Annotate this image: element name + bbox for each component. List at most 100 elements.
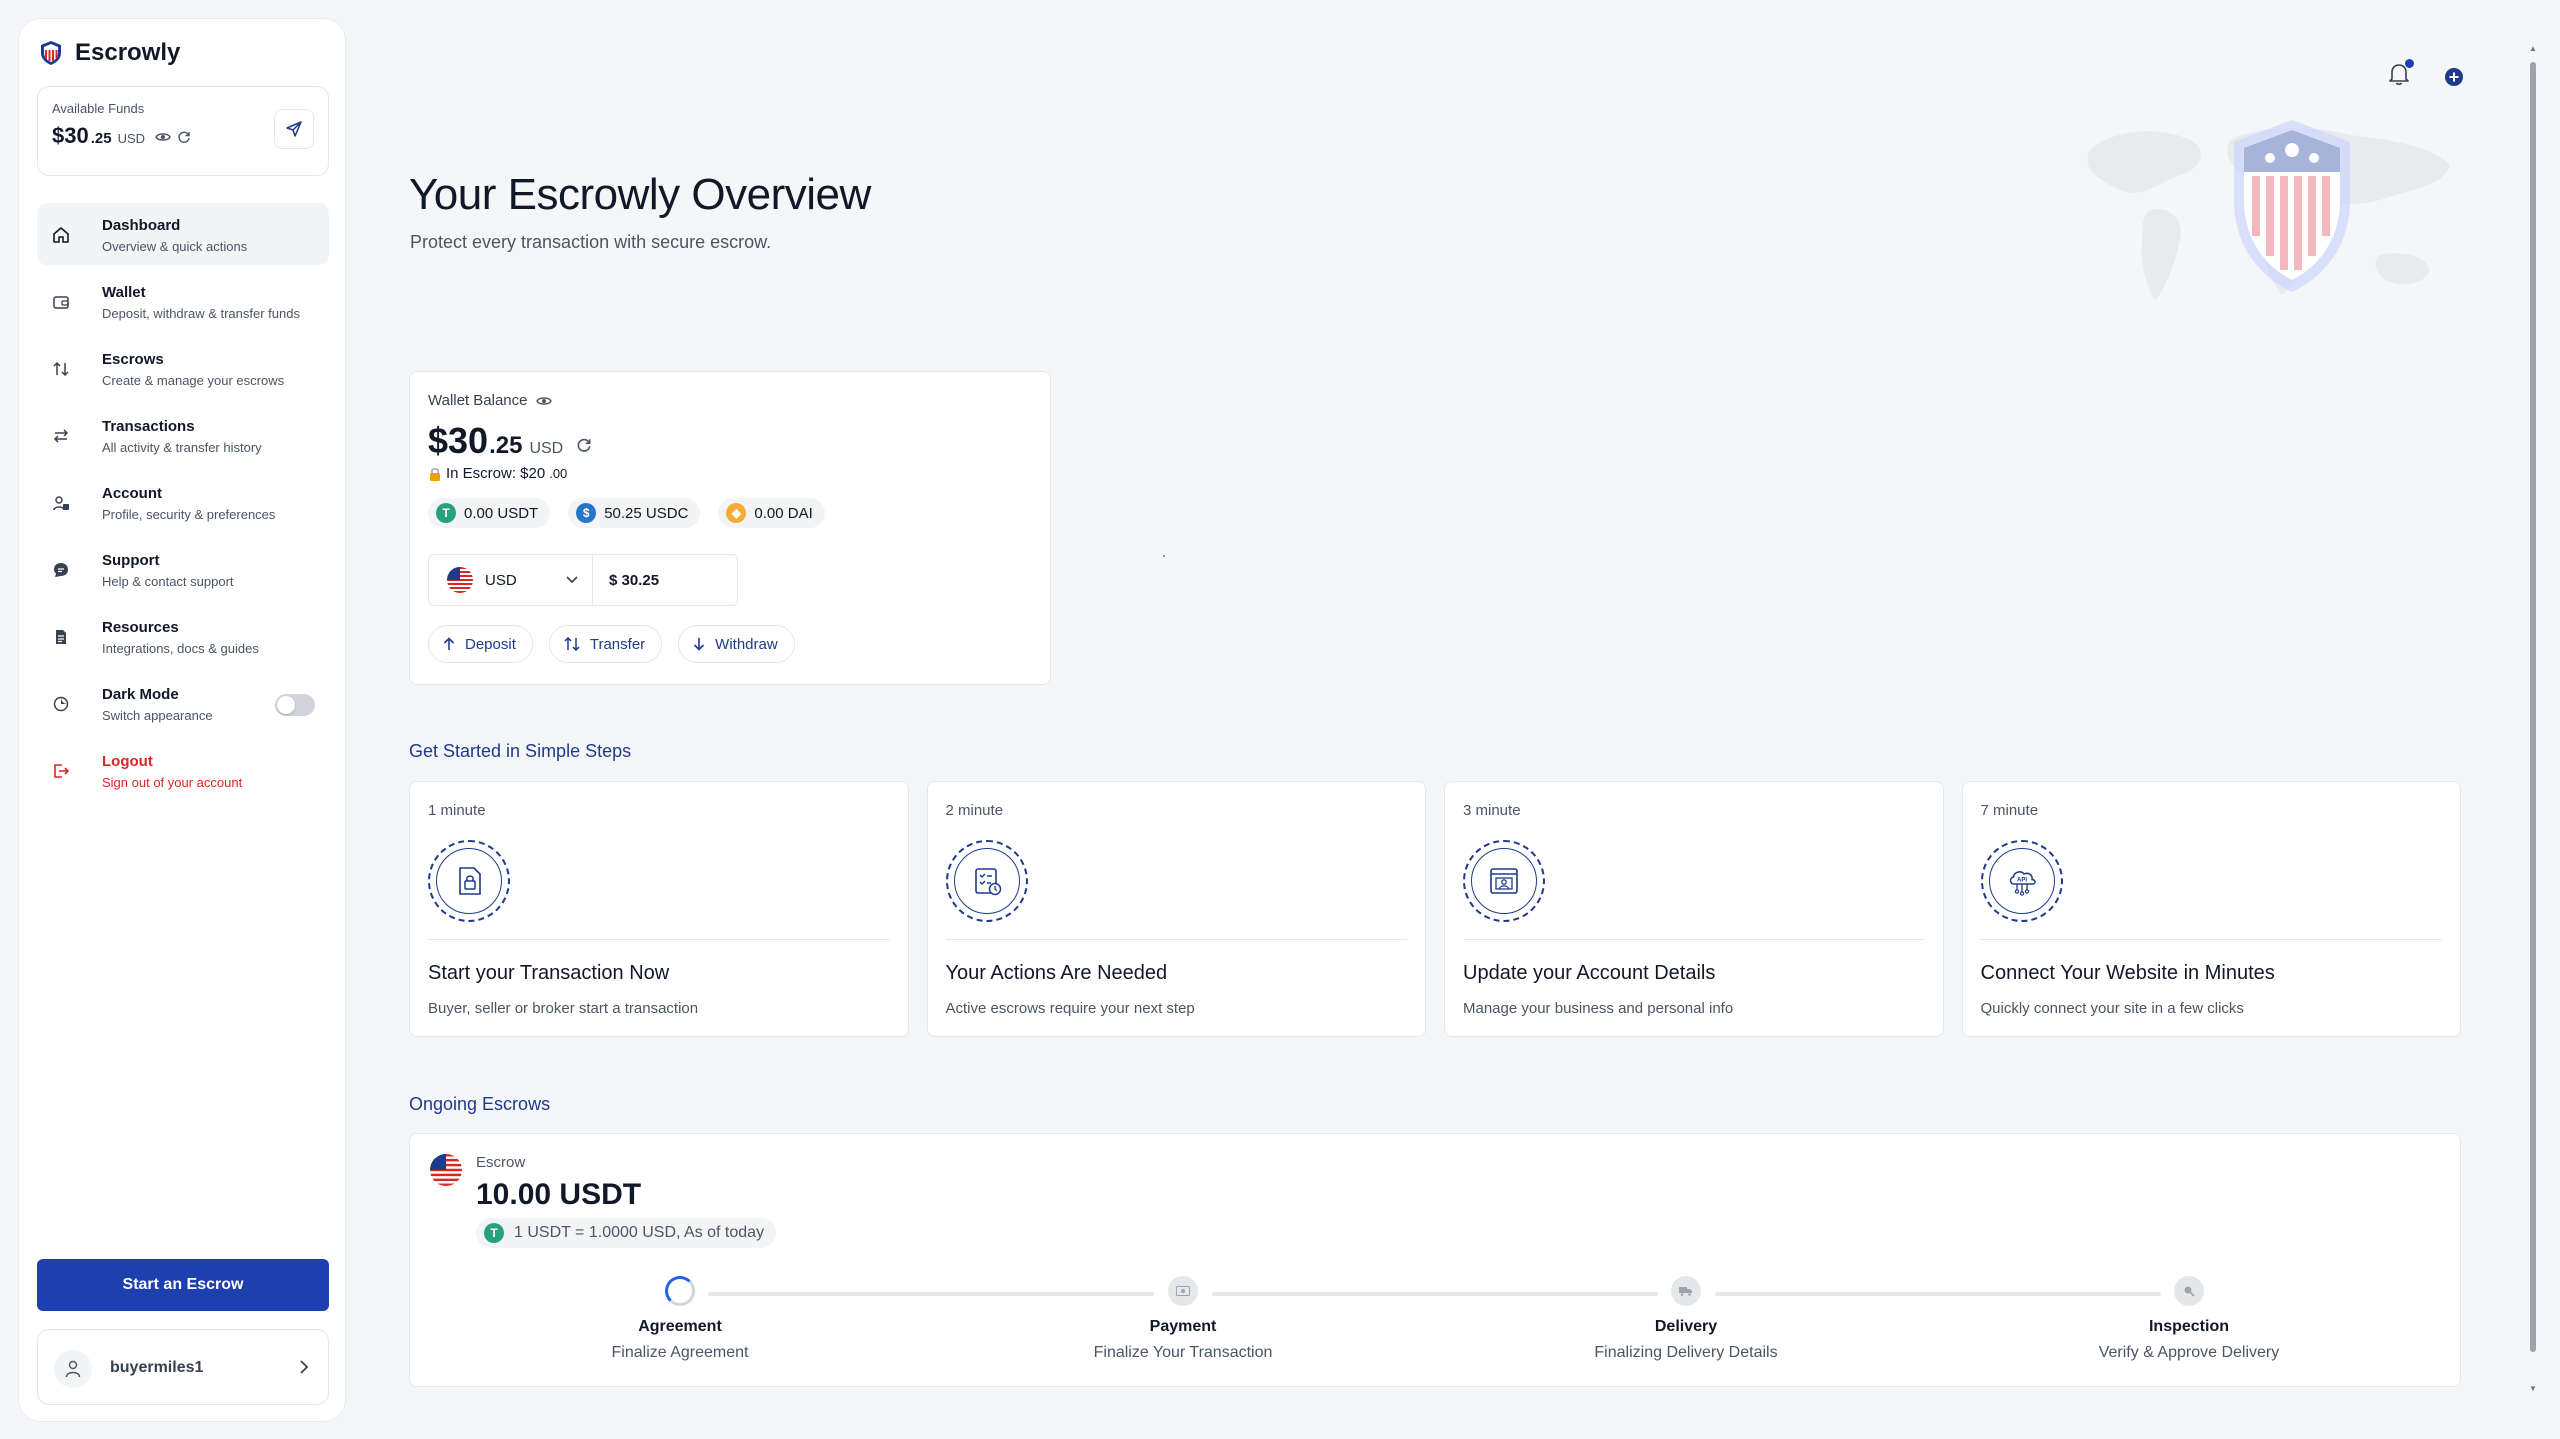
stage-subtitle: Finalize Your Transaction (1093, 1344, 1273, 1361)
start-escrow-button[interactable]: Start an Escrow (37, 1259, 329, 1311)
transfer-button[interactable]: Transfer (548, 625, 663, 663)
usdc-icon: $ (576, 503, 597, 523)
step-card-account-details[interactable]: 3 minute Update your Account Details Man… (1444, 781, 1944, 1037)
wallet-balance-amount: $30 .25 USD (428, 420, 592, 462)
brand[interactable]: Escrowly (39, 39, 180, 67)
available-funds-amount: $30 .25 USD (52, 123, 191, 149)
in-escrow-cents: .00 (549, 466, 568, 481)
avatar (54, 1350, 92, 1388)
lock-icon (430, 467, 440, 481)
user-profile-card[interactable]: buyermiles1 (37, 1329, 329, 1405)
step-card-actions-needed[interactable]: 2 minute Your Actions Are Needed Active … (926, 781, 1426, 1037)
token-balances: T 0.00 USDT $ 50.25 USDC ◈ 0.00 DAI (428, 498, 825, 528)
sidebar-item-transactions[interactable]: Transactions All activity & transfer his… (37, 404, 329, 466)
user-icon (65, 1360, 81, 1378)
in-escrow-line: In Escrow: $20.00 (428, 465, 567, 482)
nav-title: Wallet (102, 284, 146, 301)
ongoing-escrow-card[interactable]: Escrow 10.00 USDT T 1 USDT = 1.0000 USD,… (409, 1133, 2461, 1387)
swap-vertical-icon (51, 359, 71, 379)
wallet-amount-cents: .25 (489, 432, 523, 459)
top-actions (2388, 59, 2464, 91)
add-circle-icon[interactable] (2444, 67, 2464, 87)
sidebar: Escrowly Available Funds $30 .25 USD Das… (18, 18, 346, 1422)
available-funds-label: Available Funds (52, 101, 145, 116)
page-title: Your Escrowly Overview (409, 170, 871, 219)
nav-title: Account (102, 485, 162, 502)
step-time: 1 minute (428, 802, 486, 819)
username: buyermiles1 (110, 1359, 204, 1376)
step-time: 7 minute (1980, 802, 2039, 819)
deposit-button[interactable]: Deposit (428, 625, 533, 663)
sidebar-item-escrows[interactable]: Escrows Create & manage your escrows (37, 337, 329, 399)
nav-title: Support (102, 552, 160, 569)
svg-text:API: API (2016, 878, 2026, 884)
truck-icon (1671, 1276, 1701, 1306)
deposit-label: Deposit (465, 635, 516, 653)
sidebar-item-dashboard[interactable]: Dashboard Overview & quick actions (37, 203, 329, 265)
step-card-start-transaction[interactable]: 1 minute Start your Transaction Now Buye… (409, 781, 909, 1037)
step-subtitle: Active escrows require your next step (945, 1000, 1195, 1017)
step-title: Connect Your Website in Minutes (1980, 962, 2275, 984)
escrow-amount: 10.00 USDT (476, 1178, 642, 1211)
stray-dot (1163, 555, 1165, 557)
stage-subtitle: Finalize Agreement (611, 1344, 749, 1361)
step-card-connect-website[interactable]: 7 minute API Connect Your Website in Min… (1961, 781, 2461, 1037)
step-time: 3 minute (1463, 802, 1521, 819)
us-flag-icon (430, 1154, 462, 1186)
nav-subtitle: Help & contact support (102, 574, 234, 589)
account-icon (51, 493, 71, 513)
sidebar-item-logout[interactable]: Logout Sign out of your account (37, 739, 329, 801)
step-time: 2 minute (945, 802, 1004, 819)
currency-select[interactable]: USD (429, 555, 593, 605)
eye-icon[interactable] (155, 131, 171, 143)
nav-subtitle: Integrations, docs & guides (102, 641, 259, 656)
dark-mode-toggle[interactable] (275, 694, 315, 716)
nav-subtitle: Deposit, withdraw & transfer funds (102, 306, 300, 321)
sidebar-nav: Dashboard Overview & quick actions Walle… (37, 203, 329, 806)
step-divider (945, 939, 1407, 940)
refresh-icon[interactable] (576, 437, 592, 453)
page-scrollbar[interactable]: ▲ ▼ (2528, 44, 2538, 1393)
available-funds-card: Available Funds $30 .25 USD (37, 86, 329, 176)
nav-title: Logout (102, 753, 153, 770)
steps-list: 1 minute Start your Transaction Now Buye… (409, 781, 2461, 1037)
stage-title: Delivery (1654, 1318, 1718, 1335)
nav-subtitle: Create & manage your escrows (102, 373, 285, 388)
sidebar-item-resources[interactable]: Resources Integrations, docs & guides (37, 605, 329, 667)
checklist-clock-icon (945, 840, 1028, 922)
refresh-icon[interactable] (177, 130, 191, 144)
sidebar-item-account[interactable]: Account Profile, security & preferences (37, 471, 329, 533)
sidebar-item-wallet[interactable]: Wallet Deposit, withdraw & transfer fund… (37, 270, 329, 332)
logout-icon (51, 761, 71, 781)
wallet-amount-main: $30 (428, 420, 489, 461)
moon-icon (51, 694, 71, 714)
scroll-thumb[interactable] (2530, 62, 2536, 1352)
send-funds-button[interactable] (274, 109, 314, 149)
eye-icon[interactable] (535, 395, 552, 407)
stage-payment: Payment Finalize Your Transaction (1033, 1276, 1333, 1362)
notifications-button[interactable] (2388, 59, 2414, 91)
nav-subtitle: Profile, security & preferences (102, 507, 276, 522)
token-balance: 0.00 USDT (464, 504, 539, 522)
exchange-rate-badge: T 1 USDT = 1.0000 USD, As of today (476, 1218, 777, 1248)
funds-currency: USD (117, 131, 146, 146)
nav-title: Escrows (102, 351, 164, 368)
withdraw-button[interactable]: Withdraw (678, 625, 795, 663)
sidebar-item-support[interactable]: Support Help & contact support (37, 538, 329, 600)
tether-icon: T (436, 503, 456, 523)
nav-title: Dark Mode (102, 686, 179, 703)
token-balance: 50.25 USDC (604, 504, 689, 522)
chevron-down-icon (566, 576, 578, 584)
ongoing-section-title: Ongoing Escrows (409, 1094, 551, 1114)
stage-subtitle: Verify & Approve Delivery (2098, 1344, 2280, 1361)
home-icon (51, 225, 71, 245)
sidebar-item-dark-mode: Dark Mode Switch appearance (37, 672, 329, 734)
scroll-down-arrow[interactable]: ▼ (2529, 1384, 2537, 1393)
hero-world-map-shield-illustration (2087, 120, 2450, 300)
wallet-currency: USD (529, 440, 564, 457)
shield-logo-icon (41, 41, 61, 65)
arrow-up-icon (443, 637, 455, 650)
wallet-balance-label: Wallet Balance (428, 392, 552, 409)
exchange-rate-text: 1 USDT = 1.0000 USD, As of today (514, 1224, 765, 1241)
scroll-up-arrow[interactable]: ▲ (2529, 44, 2537, 53)
